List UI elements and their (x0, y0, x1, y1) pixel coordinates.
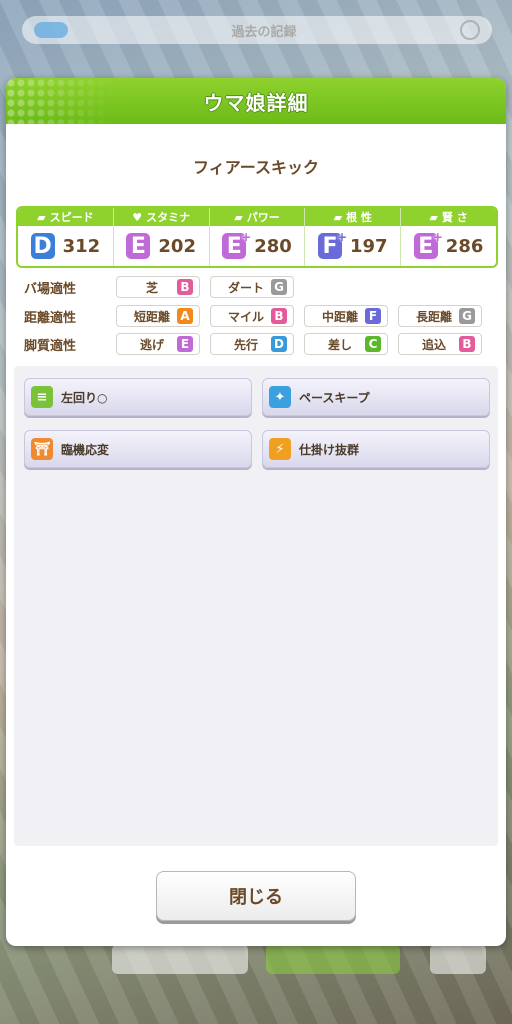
background-top-bar: 過去の記録 (22, 16, 492, 44)
aptitude-grade: E (177, 336, 193, 352)
skill-name: ペースキープ (299, 390, 370, 405)
stat-value: 197 (350, 235, 388, 257)
skill-name: 仕掛け抜群 (299, 442, 360, 457)
stat-column: ▰ 根 性 F +197 (305, 208, 402, 266)
stat-body: E 202 (114, 226, 209, 266)
uma-name: フィアースキック (193, 158, 319, 177)
aptitude-chip: 追込 B (398, 333, 482, 355)
stat-column: ▰ パワー E +280 (209, 208, 306, 266)
aptitude-row: 距離適性 短距離 A マイル B 中距離 F 長距離 G (24, 305, 492, 327)
shoe-icon: ▰ (37, 210, 46, 224)
aptitude-chip: 逃げ E (116, 333, 200, 355)
stat-label: 根 性 (346, 211, 372, 224)
skill-button[interactable]: ⚡ 仕掛け抜群 (262, 430, 490, 468)
stat-header: ▰ スピード (18, 208, 113, 226)
aptitude-chip: 長距離 G (398, 305, 482, 327)
close-button[interactable]: 閉じる (156, 871, 356, 921)
aptitude-grade: B (459, 336, 475, 352)
sparkle-icon: ✦ (269, 386, 291, 408)
stats-panel: ▰ スピード D 312 ♥ スタミナ E 202 ▰ パワー E +280 ▰ 根 性 F +197 ▰ 賢 さ… (16, 206, 498, 268)
stat-value: 312 (62, 235, 101, 257)
aptitude-grade: B (177, 279, 193, 295)
stat-header: ▰ パワー (209, 208, 305, 226)
aptitude-row: バ場適性芝 B ダート G (24, 276, 304, 298)
stat-grade: F + (318, 230, 347, 259)
stat-body: D 312 (18, 226, 113, 266)
dialog-title: ウマ娘詳細 (203, 90, 309, 115)
background-button (430, 944, 486, 974)
aptitude-chip: 中距離 F (304, 305, 388, 327)
stat-label: スピード (49, 211, 94, 224)
dialog-header: ウマ娘詳細 (6, 78, 506, 124)
aptitude-name: 短距離 (133, 309, 170, 324)
aptitude-row: 脚質適性 逃げ E 先行 D 差し C 追込 B (24, 333, 492, 355)
stat-header: ▰ 賢 さ (401, 208, 496, 226)
skills-panel: ≡ 左回り○ ✦ ペースキープ ⛩ 臨機応変 ⚡ 仕掛け抜群 (14, 366, 498, 846)
stat-grade: E (126, 233, 151, 259)
aptitude-name: ダート (227, 280, 264, 295)
aptitude-name: 逃げ (139, 337, 164, 352)
skill-button[interactable]: ⛩ 臨機応変 (24, 430, 252, 468)
stat-grade: E + (222, 230, 251, 259)
aptitude-label: 脚質適性 (24, 338, 77, 354)
stat-value: 286 (445, 235, 484, 257)
stat-label: パワー (246, 211, 280, 224)
flame-icon: ▰ (333, 210, 343, 224)
aptitude-chip: ダート G (210, 276, 294, 298)
aptitude-name: 中距離 (321, 309, 358, 324)
stat-label: 賢 さ (441, 211, 468, 224)
aptitude-chip: 芝B (116, 276, 200, 298)
stat-header: ▰ 根 性 (305, 208, 401, 226)
stat-label: スタミナ (146, 211, 191, 224)
aptitude-label: バ場適性 (24, 281, 77, 297)
aptitude-label: 距離適性 (24, 310, 77, 326)
aptitude-grade: A (177, 308, 193, 324)
aptitude-name: 芝 (145, 280, 158, 295)
background-top-text: 過去の記録 (231, 24, 297, 40)
aptitude-name: 先行 (233, 337, 258, 352)
heart-icon: ♥ (132, 210, 143, 224)
stat-column: ▰ スピード D 312 (18, 208, 114, 266)
stat-body: E +280 (210, 226, 305, 266)
aptitude-name: 追込 (421, 337, 446, 352)
stat-grade: E + (413, 230, 443, 259)
stat-grade: D (30, 233, 55, 259)
background-button (112, 944, 248, 974)
aptitude-chip: マイル B (210, 305, 294, 327)
background-toggle (34, 22, 68, 38)
aptitude-grade: G (271, 279, 287, 295)
background-button (266, 944, 400, 974)
aptitude-name: 長距離 (415, 309, 452, 324)
aptitude-chip: 差し C (304, 333, 388, 355)
stat-value: 202 (158, 235, 196, 257)
stat-body: F +197 (305, 226, 400, 266)
uma-detail-dialog: ウマ娘詳細 フィアースキック ▰ スピード D 312 ♥ スタミナ E 202 ▰ パワー E +2… (6, 78, 506, 946)
left-turn-icon: ≡ (31, 386, 53, 408)
aptitude-chip: 先行 D (210, 333, 294, 355)
stat-column: ♥ スタミナ E 202 (113, 208, 210, 266)
aptitude-grade: B (271, 308, 287, 324)
skill-name: 左回り○ (61, 390, 108, 405)
aptitude-grade: D (271, 336, 287, 352)
aptitude-name: 差し (327, 337, 352, 352)
skill-button[interactable]: ✦ ペースキープ (262, 378, 490, 416)
graduation-cap-icon: ▰ (429, 210, 438, 224)
muscle-icon: ▰ (234, 210, 243, 224)
aptitude-name: マイル (227, 309, 264, 324)
stat-body: E +286 (401, 226, 496, 266)
background-bottom-bar (0, 940, 512, 980)
gate-icon: ⛩ (31, 438, 53, 460)
stat-header: ♥ スタミナ (113, 208, 209, 226)
aptitude-grade: F (365, 308, 381, 324)
header-pattern (6, 78, 116, 124)
runner-icon: ⚡ (269, 438, 291, 460)
background-refresh-icon (460, 20, 480, 40)
stat-value: 280 (254, 235, 292, 257)
aptitude-chip: 短距離 A (116, 305, 200, 327)
aptitude-grade: G (459, 308, 475, 324)
stat-column: ▰ 賢 さ E +286 (401, 208, 496, 266)
aptitude-grade: C (365, 336, 381, 352)
skill-name: 臨機応変 (61, 442, 110, 457)
skill-button[interactable]: ≡ 左回り○ (24, 378, 252, 416)
